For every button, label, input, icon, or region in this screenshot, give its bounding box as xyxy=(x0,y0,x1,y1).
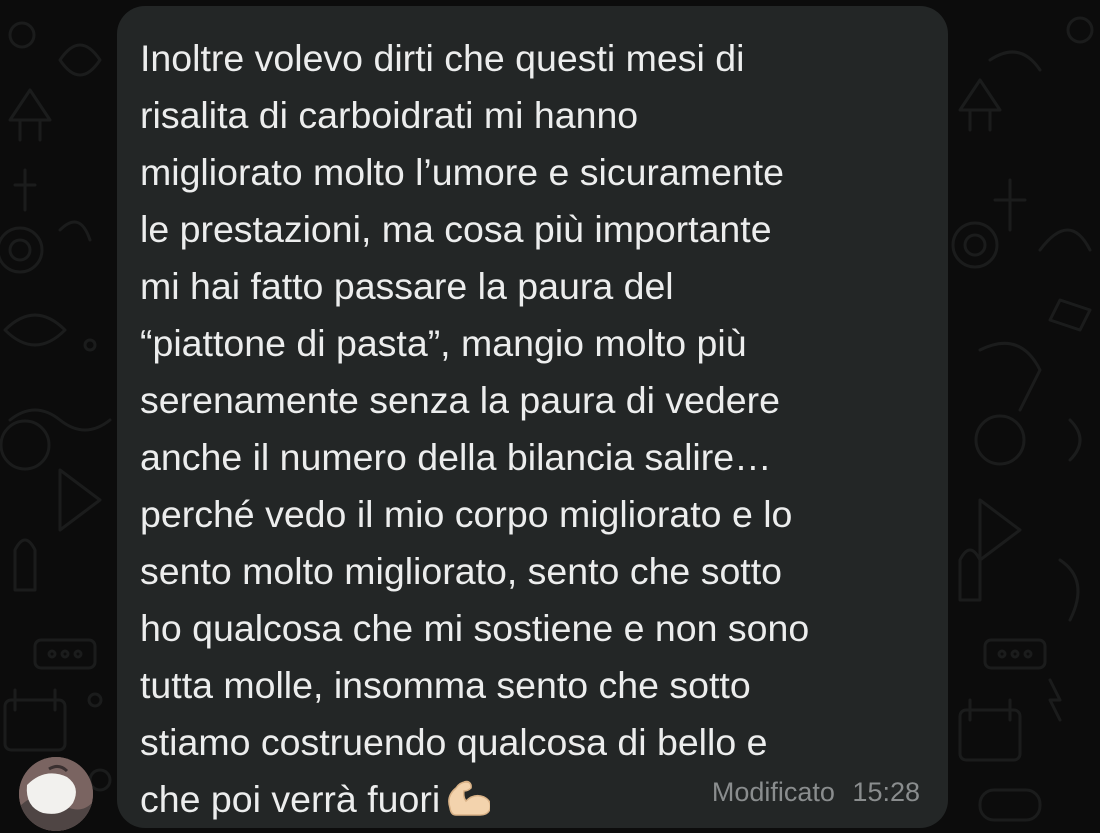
message-line: stiamo costruendo qualcosa di bello e xyxy=(140,721,768,763)
message-line: anche il numero della bilancia salire… xyxy=(140,436,772,478)
message-meta: Modificato 15:28 xyxy=(712,777,920,808)
message-line: risalita di carboidrati mi hanno xyxy=(140,94,639,136)
message-time: 15:28 xyxy=(852,777,920,807)
edited-label: Modificato xyxy=(711,777,835,807)
flexed-biceps-icon xyxy=(444,775,492,832)
chat-background: Inoltre volevo dirti che questi mesi di … xyxy=(0,0,1100,833)
message-line: le prestazioni, ma cosa più importante xyxy=(140,208,772,250)
message-line: mi hai fatto passare la paura del xyxy=(140,265,674,307)
message-line: serenamente senza la paura di vedere xyxy=(140,379,780,421)
message-line: migliorato molto l’umore e sicuramente xyxy=(140,151,785,193)
message-line: che poi verrà fuori xyxy=(140,778,441,820)
avatar[interactable] xyxy=(19,757,93,831)
message-text: Inoltre volevo dirti che questi mesi di … xyxy=(140,30,920,832)
message-line: ho qualcosa che mi sostiene e non sono xyxy=(140,607,810,649)
message-bubble[interactable]: Inoltre volevo dirti che questi mesi di … xyxy=(117,6,948,828)
message-line: perché vedo il mio corpo migliorato e lo xyxy=(140,493,793,535)
message-line: Inoltre volevo dirti che questi mesi di xyxy=(140,37,745,79)
message-line: tutta molle, insomma sento che sotto xyxy=(140,664,751,706)
message-line: “piattone di pasta”, mangio molto più xyxy=(140,322,747,364)
message-line: sento molto migliorato, sento che sotto xyxy=(140,550,783,592)
